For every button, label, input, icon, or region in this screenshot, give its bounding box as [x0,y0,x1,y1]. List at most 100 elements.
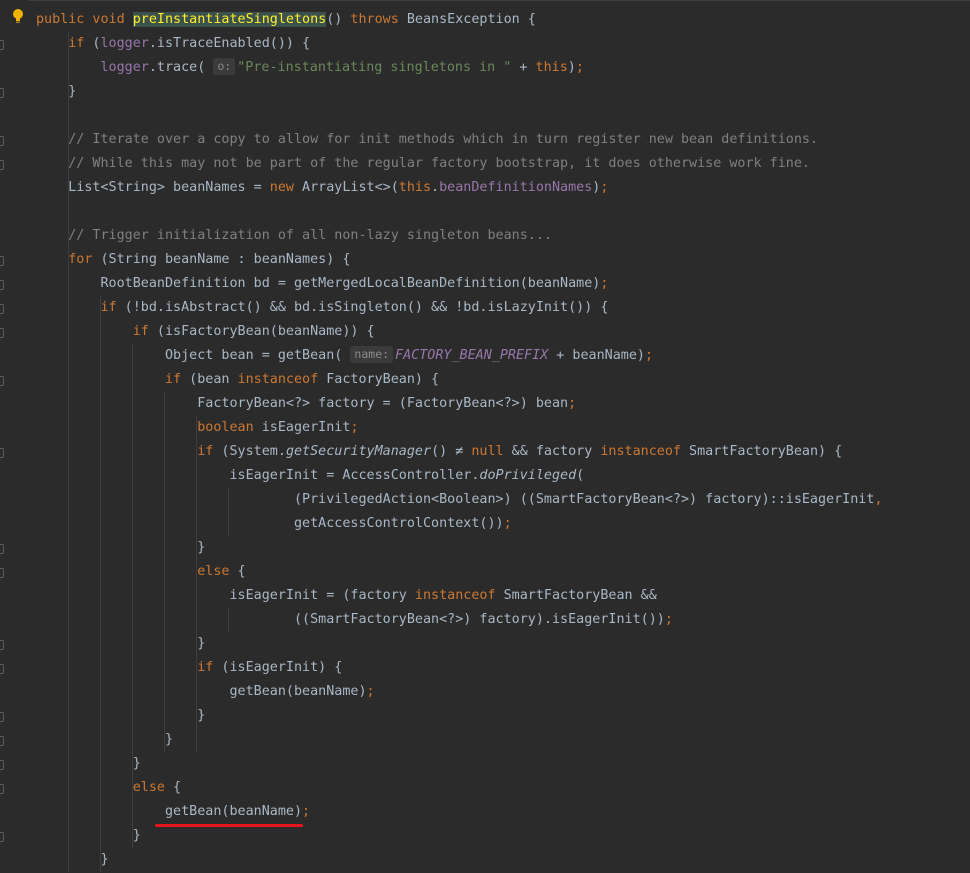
code-token: () ≠ [431,444,472,459]
code-line[interactable]: } [36,632,205,656]
fold-marker-icon[interactable] [0,88,4,98]
code-token: if [197,660,214,675]
code-line[interactable]: FactoryBean<?> factory = (FactoryBean<?>… [36,392,576,416]
code-line[interactable]: // Iterate over a copy to allow for init… [36,128,818,152]
code-token: ; [568,396,577,411]
code-token: (PrivilegedAction<Boolean>) ((SmartFacto… [36,492,875,507]
code-token: ( [84,36,101,51]
code-line[interactable]: logger.trace( o: "Pre-instantiating singl… [36,56,584,80]
fold-marker-icon[interactable] [0,664,4,674]
code-line[interactable]: isEagerInit = AccessController.doPrivile… [36,464,584,488]
code-token: if [165,372,182,387]
fold-marker-icon[interactable] [0,832,4,842]
code-token: } [36,852,109,867]
code-line[interactable]: } [36,752,141,776]
editor-gutter[interactable] [0,0,28,873]
code-token: this [535,60,568,75]
code-line[interactable]: } [36,848,109,872]
code-line[interactable]: if (isEagerInit) { [36,656,342,680]
fold-marker-icon[interactable] [0,760,4,770]
code-line[interactable]: if (logger.isTraceEnabled()) { [36,32,310,56]
code-token: ; [503,516,512,531]
code-line[interactable]: List<String> beanNames = new ArrayList<>… [36,176,608,200]
code-line[interactable]: if (bean instanceof FactoryBean) { [36,368,439,392]
lightbulb-icon[interactable] [11,8,25,24]
code-token: .trace( [148,60,214,75]
fold-marker-icon[interactable] [0,280,4,290]
code-token: isEagerInit [253,420,351,435]
code-token: // Trigger initialization of all non-laz… [36,228,552,243]
fold-marker-icon[interactable] [0,712,4,722]
fold-marker-icon[interactable] [0,736,4,746]
code-line[interactable]: if (isFactoryBean(beanName)) { [36,320,375,344]
code-token: ; [575,60,584,75]
code-token: logger [100,36,149,51]
code-line[interactable]: // Trigger initialization of all non-laz… [36,224,552,248]
code-token: BeansException { [398,12,536,27]
code-token: Object bean = getBean( [36,348,351,363]
code-line[interactable]: Object bean = getBean( name: FACTORY_BEAN… [36,344,653,368]
code-token: (String beanName : beanNames) { [92,252,351,267]
code-token: if [132,324,149,339]
code-token: (bean [181,372,238,387]
code-line[interactable]: ((SmartFactoryBean<?>) factory).isEagerI… [36,608,673,632]
code-line[interactable]: boolean isEagerInit; [36,416,358,440]
code-token: logger [100,60,149,75]
code-token: isEagerInit = AccessController. [36,468,480,483]
code-line[interactable]: else { [36,776,181,800]
code-line[interactable]: if (!bd.isAbstract() && bd.isSingleton()… [36,296,609,320]
fold-marker-icon[interactable] [0,256,4,266]
fold-marker-icon[interactable] [0,376,4,386]
code-line[interactable]: isEagerInit = (factory instanceof SmartF… [36,584,656,608]
code-line[interactable]: getBean(beanName); [36,800,310,824]
code-token: . [431,180,440,195]
code-token: doPrivileged [479,468,577,483]
fold-marker-icon[interactable] [0,640,4,650]
fold-marker-icon[interactable] [0,160,4,170]
fold-marker-icon[interactable] [0,544,4,554]
code-line[interactable]: else { [36,560,246,584]
code-line[interactable]: // While this may not be part of the reg… [36,152,810,176]
code-line[interactable]: getAccessControlContext()); [36,512,512,536]
fold-marker-icon[interactable] [0,40,4,50]
fold-marker-icon[interactable] [0,328,4,338]
code-token: ; [644,348,654,363]
code-token: { [229,564,246,579]
fold-marker-icon[interactable] [0,568,4,578]
code-line[interactable]: if (System.getSecurityManager() ≠ null &… [36,440,842,464]
code-line[interactable]: public void preInstantiateSingletons() t… [36,8,536,32]
code-line[interactable]: } [36,704,205,728]
code-editor[interactable]: public void preInstantiateSingletons() t… [0,0,970,873]
code-token: } [36,828,141,843]
fold-marker-icon[interactable] [0,136,4,146]
code-token: getAccessControlContext()) [36,516,504,531]
code-line[interactable]: RootBeanDefinition bd = getMergedLocalBe… [36,272,608,296]
code-token: else [132,780,165,795]
code-token: // Iterate over a copy to allow for init… [36,132,818,147]
code-token: ArrayList<>( [293,180,399,195]
fold-marker-icon[interactable] [0,304,4,314]
code-token: // While this may not be part of the reg… [36,156,810,171]
code-line[interactable]: } [36,80,76,104]
code-line[interactable]: } [36,728,173,752]
code-line[interactable]: (PrivilegedAction<Boolean>) ((SmartFacto… [36,488,883,512]
code-token: else [197,564,230,579]
code-token: + [511,60,536,75]
code-line[interactable]: getBean(beanName); [36,680,375,704]
code-token: ; [600,180,609,195]
fold-marker-icon[interactable] [0,448,4,458]
code-token: ; [366,684,375,699]
code-token: ) [567,60,576,75]
code-line[interactable]: } [36,536,205,560]
code-token: ; [664,612,673,627]
code-token: } [36,636,206,651]
code-line[interactable]: for (String beanName : beanNames) { [36,248,350,272]
code-token: ; [302,804,311,819]
fold-marker-icon[interactable] [0,784,4,794]
code-line[interactable]: } [36,824,141,848]
code-token: getBean(beanName) [36,684,367,699]
code-token: FACTORY_BEAN_PREFIX [395,348,549,363]
